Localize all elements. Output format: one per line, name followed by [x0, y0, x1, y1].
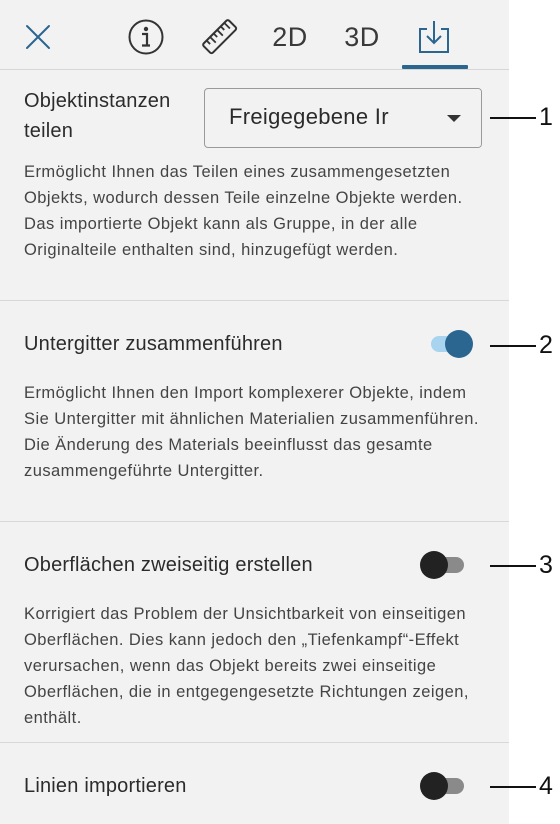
merge-submeshes-toggle[interactable] [425, 329, 473, 359]
two-sided-surfaces-toggle[interactable] [420, 550, 468, 580]
toggle-knob [445, 330, 473, 358]
tab-3d-label: 3D [344, 21, 380, 52]
import-download-icon [419, 21, 449, 53]
tab-3d[interactable]: 3D [338, 10, 386, 64]
merge-submeshes-label: Untergitter zusammenführen [24, 333, 283, 355]
share-instances-description: Ermöglicht Ihnen das Teilen eines zusamm… [24, 163, 463, 259]
ruler-icon [202, 19, 238, 55]
section-divider [0, 742, 509, 743]
two-sided-surfaces-label: Oberflächen zweiseitig erstellen [24, 554, 313, 576]
close-icon [26, 25, 50, 49]
section-divider [0, 521, 509, 522]
tab-info[interactable] [124, 10, 168, 64]
import-settings-panel: 2D 3D Objektinstanzen teilen Freigegeben… [0, 0, 509, 824]
import-lines-toggle[interactable] [420, 771, 468, 801]
merge-submeshes-description: Ermöglicht Ihnen den Import komplexerer … [24, 384, 479, 480]
toggle-knob [420, 772, 448, 800]
share-instances-label-line2: teilen [24, 120, 74, 142]
callout-number: 4 [539, 772, 553, 800]
section-divider [0, 300, 509, 301]
two-sided-surfaces-description: Korrigiert das Problem der Unsichtbarkei… [24, 605, 469, 727]
callout-line [490, 565, 536, 567]
callout-line [490, 786, 536, 788]
callout-number: 3 [539, 551, 553, 579]
toggle-knob [420, 551, 448, 579]
import-lines-label: Linien importieren [24, 775, 187, 797]
callout-number: 1 [539, 103, 553, 131]
info-icon [128, 19, 164, 55]
tab-bar-divider [0, 69, 509, 70]
tab-2d[interactable]: 2D [268, 10, 312, 64]
caret-down-icon [447, 115, 461, 122]
tab-2d-label: 2D [272, 21, 308, 52]
callout-number: 2 [539, 331, 553, 359]
tab-import[interactable] [412, 10, 456, 64]
share-instances-select-value: Freigegebene Ir [229, 104, 389, 129]
close-button[interactable] [18, 10, 58, 64]
callout-line [490, 345, 536, 347]
callout-line [490, 117, 536, 119]
tab-measure[interactable] [196, 10, 244, 64]
share-instances-select[interactable]: Freigegebene Ir [204, 88, 482, 148]
select-caret-area [429, 89, 481, 147]
tab-bar: 2D 3D [0, 0, 509, 70]
share-instances-label-line1: Objektinstanzen [24, 90, 171, 112]
